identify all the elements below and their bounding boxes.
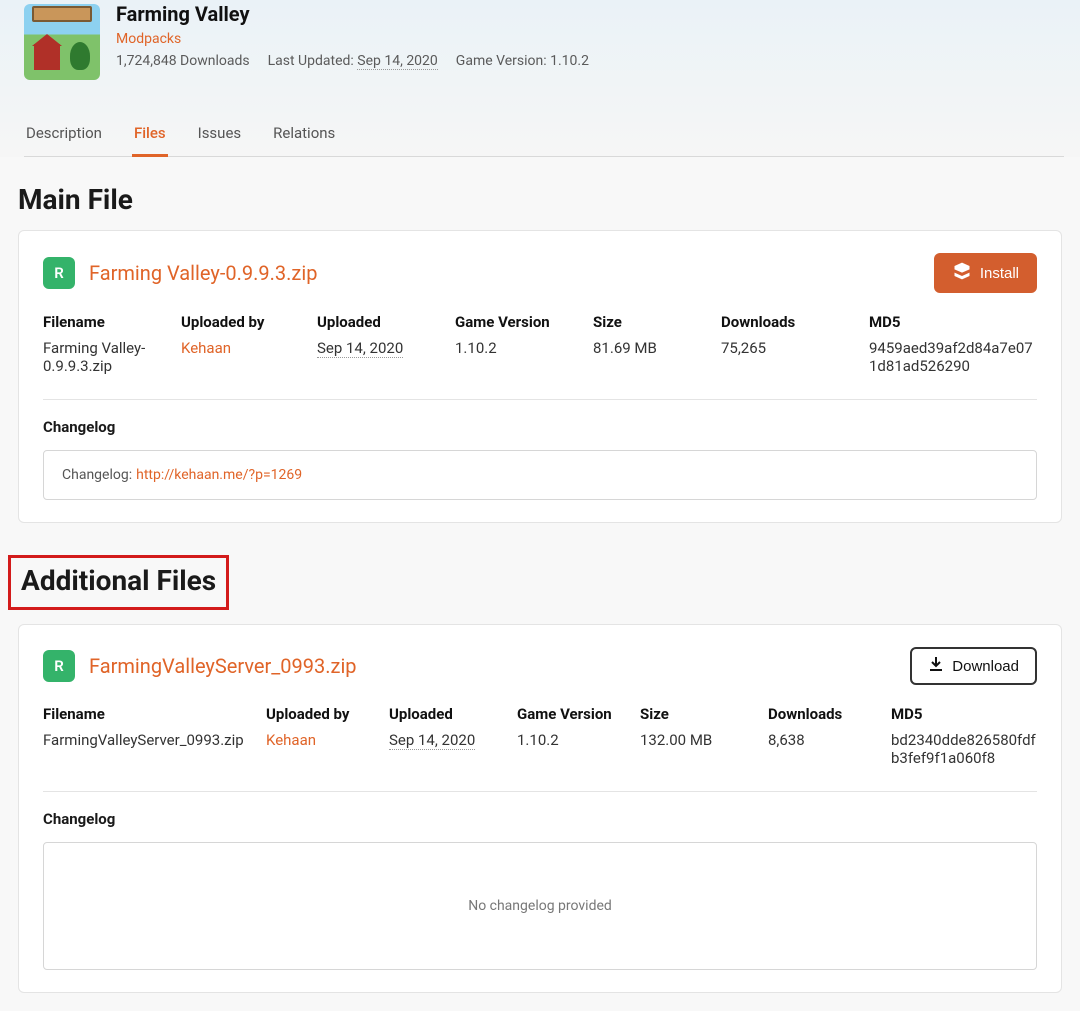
- col-downloads: Downloads: [721, 313, 851, 331]
- col-game-version: Game Version: [455, 313, 575, 331]
- install-button[interactable]: Install: [934, 253, 1037, 293]
- col-md5: MD5: [869, 313, 1037, 331]
- changelog-empty-text: No changelog provided: [468, 898, 612, 914]
- col-filename: Filename: [43, 313, 163, 331]
- main-game-version: 1.10.2: [455, 339, 575, 375]
- changelog-heading: Changelog: [43, 810, 1037, 828]
- changelog-box: Changelog: http://kehaan.me/?p=1269: [43, 450, 1037, 500]
- col-uploaded-by: Uploaded by: [181, 313, 299, 331]
- add-uploaded: Sep 14, 2020: [389, 731, 499, 767]
- main-uploaded-by[interactable]: Kehaan: [181, 339, 299, 375]
- additional-file-link[interactable]: FarmingValleyServer_0993.zip: [89, 654, 357, 678]
- col-game-version: Game Version: [517, 705, 622, 723]
- col-uploaded: Uploaded: [317, 313, 437, 331]
- main-uploaded: Sep 14, 2020: [317, 339, 437, 375]
- col-uploaded-by: Uploaded by: [266, 705, 371, 723]
- release-badge: R: [43, 650, 75, 682]
- add-uploaded-by[interactable]: Kehaan: [266, 731, 371, 767]
- install-label: Install: [980, 265, 1019, 282]
- last-updated-label: Last Updated:: [268, 53, 354, 69]
- main-filename: Farming Valley-0.9.9.3.zip: [43, 339, 163, 375]
- changelog-heading: Changelog: [43, 418, 1037, 436]
- download-button[interactable]: Download: [910, 647, 1037, 685]
- main-size: 81.69 MB: [593, 339, 703, 375]
- changelog-prefix: Changelog:: [62, 467, 132, 483]
- additional-files-heading: Additional Files: [8, 555, 229, 610]
- main-file-card: R Farming Valley-0.9.9.3.zip Install Fil…: [18, 230, 1062, 523]
- project-title: Farming Valley: [116, 2, 589, 26]
- main-file-heading: Main File: [18, 183, 1080, 216]
- tabs: Description Files Issues Relations: [24, 114, 1064, 157]
- add-md5: bd2340dde826580fdfb3fef9f1a060f8: [891, 731, 1037, 767]
- tab-issues[interactable]: Issues: [196, 114, 244, 156]
- game-version: Game Version: 1.10.2: [456, 53, 589, 69]
- col-downloads: Downloads: [768, 705, 873, 723]
- main-md5: 9459aed39af2d84a7e071d81ad526290: [869, 339, 1037, 375]
- add-uploaded-value: Sep 14, 2020: [389, 731, 475, 750]
- download-icon: [928, 656, 944, 676]
- downloads-count: 1,724,848 Downloads: [116, 53, 250, 69]
- col-size: Size: [593, 313, 703, 331]
- add-downloads: 8,638: [768, 731, 873, 767]
- main-uploaded-value: Sep 14, 2020: [317, 339, 403, 358]
- tab-description[interactable]: Description: [24, 114, 104, 156]
- main-file-link[interactable]: Farming Valley-0.9.9.3.zip: [89, 261, 317, 285]
- changelog-link[interactable]: http://kehaan.me/?p=1269: [136, 467, 302, 483]
- project-icon: [24, 4, 100, 80]
- game-version-label: Game Version:: [456, 53, 547, 69]
- install-icon: [952, 262, 972, 284]
- add-size: 132.00 MB: [640, 731, 750, 767]
- tab-relations[interactable]: Relations: [271, 114, 337, 156]
- col-md5: MD5: [891, 705, 1037, 723]
- tab-files[interactable]: Files: [132, 114, 168, 157]
- changelog-box-empty: No changelog provided: [43, 842, 1037, 970]
- last-updated-value: Sep 14, 2020: [357, 53, 438, 70]
- last-updated: Last Updated: Sep 14, 2020: [268, 53, 438, 69]
- col-filename: Filename: [43, 705, 248, 723]
- add-filename: FarmingValleyServer_0993.zip: [43, 731, 248, 767]
- release-badge: R: [43, 257, 75, 289]
- download-label: Download: [952, 658, 1019, 675]
- category-link[interactable]: Modpacks: [116, 31, 181, 47]
- additional-file-card: R FarmingValleyServer_0993.zip Download …: [18, 624, 1062, 993]
- game-version-value: 1.10.2: [550, 53, 589, 69]
- col-uploaded: Uploaded: [389, 705, 499, 723]
- add-game-version: 1.10.2: [517, 731, 622, 767]
- main-downloads: 75,265: [721, 339, 851, 375]
- col-size: Size: [640, 705, 750, 723]
